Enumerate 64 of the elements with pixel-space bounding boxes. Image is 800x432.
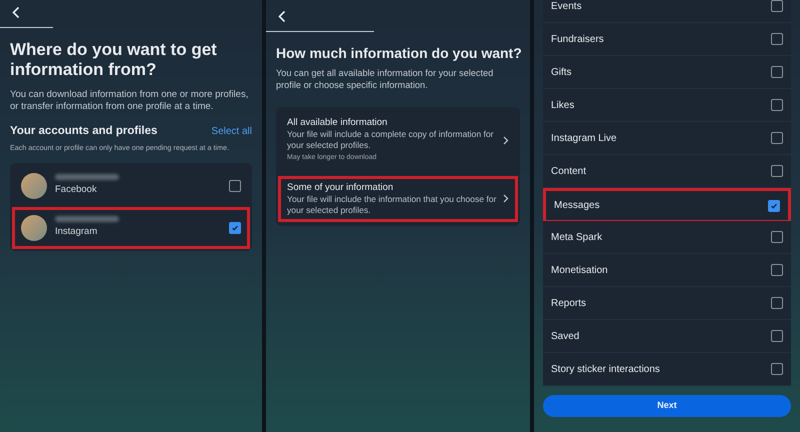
category-label: Saved	[551, 330, 580, 344]
blurred-name	[55, 216, 119, 222]
checkbox[interactable]	[771, 264, 783, 276]
category-row[interactable]: Events	[543, 0, 791, 23]
option-row[interactable]: Some of your information Your file will include the information that you choose for your selected profiles.	[278, 176, 518, 222]
platform-label: Instagram	[55, 225, 98, 240]
screen-title: How much information do you want?	[276, 44, 520, 62]
checkbox[interactable]	[771, 297, 783, 309]
category-label: Events	[551, 0, 582, 14]
section-title: Your accounts and profiles	[10, 124, 158, 139]
option-title: Some of your information	[287, 182, 394, 194]
category-row[interactable]: Messages	[543, 188, 791, 221]
description: You can get all available information for your selected profile or choose specific information.	[276, 67, 494, 91]
back-icon[interactable]	[11, 6, 21, 19]
category-row[interactable]: Saved	[543, 320, 791, 353]
account-row[interactable]: Facebook	[12, 165, 250, 208]
category-row[interactable]: Meta Spark	[543, 221, 791, 254]
category-label: Story sticker interactions	[551, 362, 660, 376]
checkbox[interactable]	[771, 132, 783, 144]
category-label: Gifts	[551, 66, 572, 80]
category-label: Meta Spark	[551, 230, 602, 244]
category-label: Monetisation	[551, 264, 608, 278]
checkmark-icon	[770, 202, 778, 210]
checkbox[interactable]	[771, 0, 783, 12]
checkbox[interactable]	[229, 222, 241, 234]
checkbox[interactable]	[771, 231, 783, 243]
chevron-right-icon	[503, 136, 509, 145]
checkbox[interactable]	[771, 66, 783, 78]
back-icon[interactable]	[277, 10, 287, 23]
category-label: Reports	[551, 296, 586, 310]
category-row[interactable]: Likes	[543, 89, 791, 122]
category-label: Likes	[551, 98, 574, 112]
avatar	[21, 215, 47, 242]
category-row[interactable]: Reports	[543, 287, 791, 320]
category-row[interactable]: Story sticker interactions	[543, 353, 791, 386]
checkbox[interactable]	[771, 99, 783, 111]
checkbox[interactable]	[771, 33, 783, 45]
category-row[interactable]: Instagram Live	[543, 122, 791, 155]
select-all-link[interactable]: Select all	[211, 124, 252, 140]
account-row[interactable]: Instagram	[12, 207, 250, 250]
next-button[interactable]: Next	[543, 395, 791, 417]
avatar	[21, 173, 47, 200]
category-row[interactable]: Fundraisers	[543, 23, 791, 56]
blurred-name	[55, 174, 119, 180]
option-title: All available information	[287, 117, 388, 129]
option-description: Your file will include a complete copy of information for your selected profiles.	[287, 129, 495, 151]
category-row[interactable]: Gifts	[543, 56, 791, 89]
checkbox[interactable]	[771, 165, 783, 177]
checkmark-icon	[231, 224, 239, 232]
checkbox[interactable]	[229, 180, 241, 192]
platform-label: Facebook	[55, 183, 98, 198]
chevron-right-icon	[503, 194, 509, 203]
checkbox[interactable]	[771, 363, 783, 375]
description: You can download information from one or more profiles, or transfer information from one profile at a time.	[10, 89, 250, 113]
option-description: Your file will include the information that you choose for your selected profiles.	[287, 194, 497, 216]
checkbox[interactable]	[768, 200, 780, 212]
category-label: Instagram Live	[551, 132, 617, 146]
category-label: Messages	[554, 199, 600, 213]
checkbox[interactable]	[771, 330, 783, 342]
category-row[interactable]: Content	[543, 155, 791, 188]
screen-title: Where do you want to get information from?	[10, 40, 218, 80]
category-label: Content	[551, 164, 586, 178]
category-label: Fundraisers	[551, 32, 604, 46]
category-row[interactable]: Monetisation	[543, 254, 791, 287]
